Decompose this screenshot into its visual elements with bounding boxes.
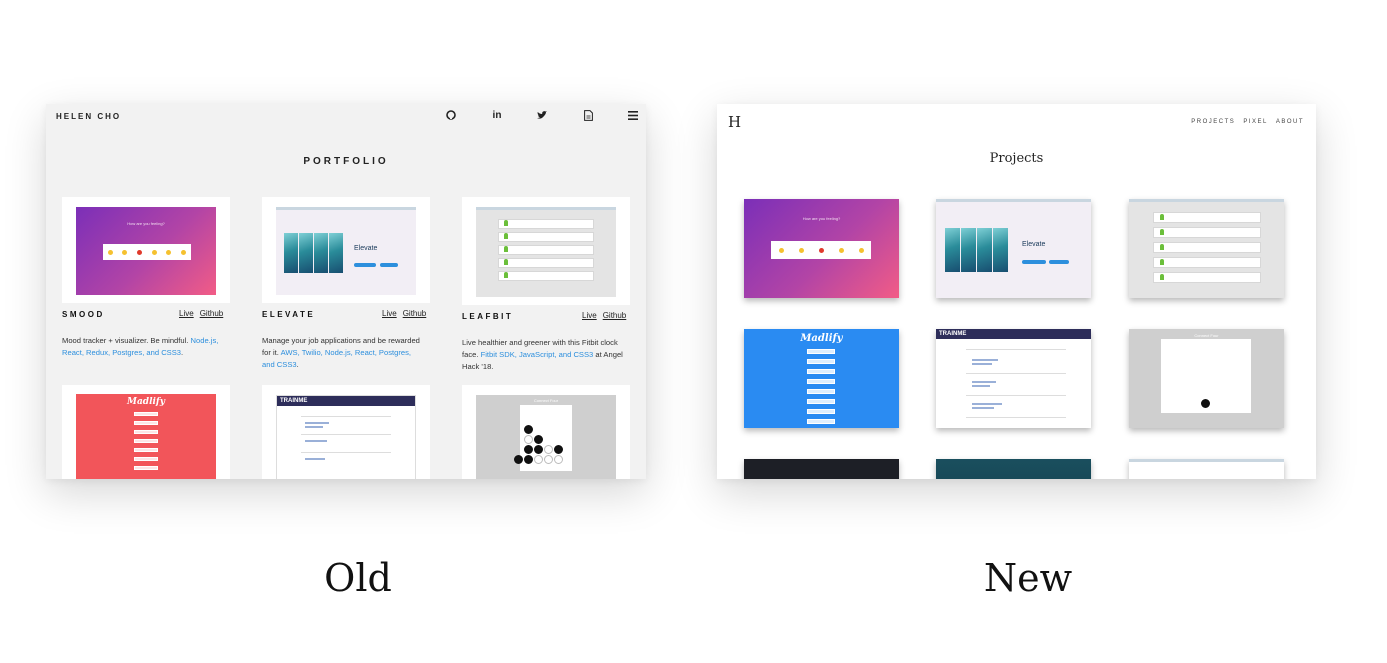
brand-name[interactable]: HELEN CHO <box>56 112 121 121</box>
description-tail: . <box>296 360 299 369</box>
madlify-logo-text: Madlify <box>126 397 166 407</box>
caption-new: New <box>983 556 1073 600</box>
nav-projects[interactable]: PROJECTS <box>1191 119 1235 125</box>
project-description: Live healthier and greener with this Fit… <box>462 337 634 373</box>
project-thumbnail-trainme[interactable]: TRAINME <box>262 385 430 479</box>
project-thumbnail-smood[interactable]: How are you feeling? <box>62 197 230 303</box>
project-thumbnail-elevate[interactable]: Elevate <box>262 197 430 303</box>
github-link[interactable]: Github <box>403 309 427 318</box>
old-site-screenshot: HELEN CHO in PORTFOLIO How are you feeli… <box>46 104 646 479</box>
project-thumbnail-white-app[interactable] <box>1129 459 1284 479</box>
top-nav: PROJECTS PIXEL ABOUT <box>1183 119 1304 125</box>
project-thumbnail-leafbit[interactable] <box>462 197 630 305</box>
elevate-logo-text: Elevate <box>1022 241 1046 248</box>
connect-four-title: Connect Four <box>533 398 559 403</box>
emoji-selector <box>771 241 871 259</box>
live-link[interactable]: Live <box>582 311 597 320</box>
live-link[interactable]: Live <box>179 309 194 318</box>
mood-question: How are you feeling? <box>127 221 165 226</box>
connect-four-title: Connect Four <box>1194 333 1219 338</box>
page-title: PORTFOLIO <box>303 156 389 167</box>
emoji-selector <box>103 244 191 260</box>
resume-document-icon[interactable] <box>581 108 595 122</box>
project-thumbnail-connect-four[interactable]: Connect Four <box>1129 329 1284 428</box>
project-thumbnail-teal-app[interactable] <box>936 459 1091 479</box>
madlify-logo-text: Madlify <box>800 333 843 344</box>
hamburger-menu-icon[interactable] <box>626 108 640 122</box>
trainme-logo-text: TRAINME <box>280 398 308 404</box>
github-link[interactable]: Github <box>200 309 224 318</box>
project-links: Live Github <box>376 309 426 318</box>
github-icon[interactable] <box>444 108 458 122</box>
description-text: Mood tracker + visualizer. Be mindful. <box>62 336 189 345</box>
project-thumbnail-leafbit[interactable] <box>1129 199 1284 298</box>
nav-about[interactable]: ABOUT <box>1276 119 1304 125</box>
project-thumbnail-madlify[interactable]: Madlify <box>744 329 899 428</box>
project-thumbnail-trainme[interactable]: TRAINME <box>936 329 1091 428</box>
tech-stack-link[interactable]: Fitbit SDK, JavaScript, and CSS3 <box>481 350 594 359</box>
twitter-icon[interactable] <box>535 108 549 122</box>
nav-pixel[interactable]: PIXEL <box>1243 119 1268 125</box>
mood-question: How are you feeling? <box>802 216 841 221</box>
project-name: SMOOD <box>62 310 105 319</box>
caption-old: Old <box>324 556 392 600</box>
project-description: Mood tracker + visualizer. Be mindful. N… <box>62 335 232 359</box>
site-logo[interactable]: H <box>728 113 741 131</box>
project-thumbnail-connect-four[interactable]: Connect Four <box>462 385 630 479</box>
description-tail: . <box>181 348 184 357</box>
elevate-logo-text: Elevate <box>354 245 378 252</box>
project-thumbnail-dark-app[interactable] <box>744 459 899 479</box>
new-site-screenshot: H PROJECTS PIXEL ABOUT Projects How are yo… <box>717 104 1316 479</box>
trainme-logo-text: TRAINME <box>939 331 967 337</box>
tech-stack-link[interactable]: AWS, Twilio, Node.js, React, Postgres, a… <box>262 348 411 369</box>
project-thumbnail-madlify[interactable]: Madlify <box>62 385 230 479</box>
project-thumbnail-smood[interactable]: How are you feeling? <box>744 199 899 298</box>
project-links: Live Github <box>576 311 626 320</box>
project-name: ELEVATE <box>262 310 316 319</box>
linkedin-icon[interactable]: in <box>490 108 504 122</box>
project-links: Live Github <box>173 309 223 318</box>
github-link[interactable]: Github <box>603 311 627 320</box>
live-link[interactable]: Live <box>382 309 397 318</box>
project-name: LEAFBIT <box>462 312 514 321</box>
project-description: Manage your job applications and be rewa… <box>262 335 422 371</box>
page-title: Projects <box>989 151 1044 166</box>
project-thumbnail-elevate[interactable]: Elevate <box>936 199 1091 298</box>
